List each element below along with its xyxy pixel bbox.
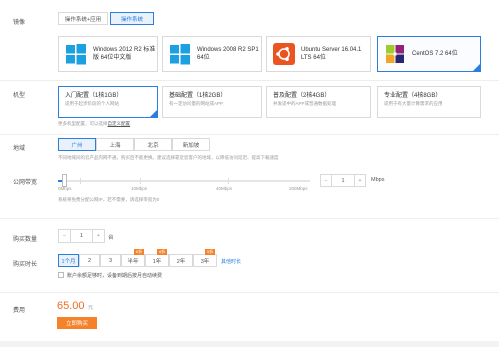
model-option-desc: 适用于有大量计算需求的应用	[384, 101, 443, 106]
os-card-win2012[interactable]: Windows 2012 R2 标准版 64位中文版	[58, 36, 158, 72]
region-guangzhou[interactable]: 广州	[58, 138, 96, 151]
duration-3year[interactable]: 3年	[193, 254, 217, 267]
bandwidth-tick: 200Mbps	[289, 186, 308, 191]
model-option-desc: 有一定访问量的网站或APP	[169, 101, 224, 106]
os-card-centos[interactable]: CentOS 7.2 64位	[377, 36, 481, 72]
os-name-line2: LTS 64位	[301, 55, 326, 61]
selected-corner-icon	[150, 110, 157, 117]
fee-currency: 元	[88, 305, 94, 311]
windows-icon	[170, 44, 190, 65]
quantity-unit: 台	[108, 235, 114, 241]
slider-divider	[228, 178, 229, 184]
model-option-popular[interactable]: 普及配置（2核4GB） 并发适中的APP或普通数据处理	[266, 86, 371, 118]
discount-badge: 8折	[157, 249, 168, 255]
image-label: 镜像	[13, 20, 26, 26]
os-name-line2: 64位	[197, 55, 210, 61]
fee-amount: 65.00	[57, 300, 85, 312]
region-shanghai[interactable]: 上海	[96, 138, 134, 151]
model-option-entry[interactable]: 入门配置（1核1GB） 适用于起步阶段的个人网站	[58, 86, 158, 118]
region-singapore[interactable]: 新加坡	[172, 138, 210, 151]
model-option-desc: 适用于起步阶段的个人网站	[65, 101, 119, 106]
model-label: 机型	[13, 93, 26, 99]
duration-label: 购买时长	[13, 262, 38, 268]
custom-config-link[interactable]: 自定义配置	[108, 121, 131, 126]
centos-icon	[386, 45, 404, 63]
fee-label: 费用	[13, 308, 26, 314]
duration-3[interactable]: 3	[100, 254, 121, 267]
os-name-line1: Ubuntu Server 16.04.1	[301, 47, 362, 53]
bandwidth-label: 公网带宽	[13, 180, 38, 186]
discount-badge: 5折	[205, 249, 216, 255]
bandwidth-note: 系统将免费分配公网IP，若不需要，请选择带宽为0	[58, 197, 160, 202]
divider	[0, 80, 499, 81]
model-option-basic[interactable]: 基础配置（1核2GB） 有一定访问量的网站或APP	[162, 86, 262, 118]
region-note: 不同地域间的云产品内网不通，购买后不能更换。建议选择靠近您客户的地域，以降低访问…	[58, 155, 279, 160]
os-name-line1: Windows 2012 R2 标准	[93, 47, 156, 53]
slider-divider	[140, 178, 141, 184]
selected-corner-icon	[473, 64, 480, 71]
duration-2[interactable]: 2	[79, 254, 100, 267]
slider-divider	[80, 178, 81, 184]
model-option-title: 普及配置（2核4GB）	[273, 93, 331, 99]
os-name-line1: Windows 2008 R2 SP1	[197, 47, 259, 53]
model-option-desc: 并发适中的APP或普通数据处理	[273, 101, 337, 106]
duration-halfyear[interactable]: 半年	[121, 254, 145, 267]
divider	[0, 218, 499, 219]
windows-icon	[66, 44, 86, 65]
os-name-line2: 版 64位中文版	[93, 55, 132, 61]
model-note: 更多机型配置，可以选择自定义配置	[58, 121, 130, 127]
bandwidth-unit: Mbps	[371, 177, 385, 183]
os-card-win2008[interactable]: Windows 2008 R2 SP1 64位	[162, 36, 262, 72]
buy-now-button[interactable]: 立即购买	[57, 317, 97, 329]
model-option-title: 专业配置（4核8GB）	[384, 93, 442, 99]
quantity-label: 购买数量	[13, 237, 38, 243]
bandwidth-tick: 0Mbps	[58, 186, 72, 191]
tab-os[interactable]: 操作系统	[110, 12, 154, 25]
model-option-pro[interactable]: 专业配置（4核8GB） 适用于有大量计算需求的应用	[377, 86, 481, 118]
duration-2year[interactable]: 2年	[169, 254, 193, 267]
model-option-title: 入门配置（1核1GB）	[65, 93, 123, 99]
discount-badge: 8折	[134, 249, 145, 255]
page-footer-band	[0, 341, 499, 347]
os-card-ubuntu[interactable]: Ubuntu Server 16.04.1 LTS 64位	[266, 36, 371, 72]
bandwidth-input[interactable]: 1	[331, 174, 355, 187]
divider	[0, 292, 499, 293]
os-name-line1: CentOS 7.2 64位	[412, 51, 458, 57]
auto-renew-label: 账户余额足够时，设备到期后按月自动续费	[67, 273, 163, 279]
quantity-plus-button[interactable]: +	[92, 229, 105, 243]
divider	[0, 134, 499, 135]
quantity-input[interactable]: 1	[70, 229, 93, 243]
ubuntu-icon	[273, 43, 295, 65]
model-note-text: 更多机型配置，可以选择	[58, 121, 108, 126]
auto-renew-checkbox[interactable]	[58, 272, 64, 278]
other-duration-link[interactable]: 其他时长	[221, 258, 241, 265]
tab-os-app[interactable]: 操作系统+应用	[58, 12, 108, 25]
bandwidth-tick: 40Mbps	[216, 186, 233, 191]
model-option-title: 基础配置（1核2GB）	[169, 93, 227, 99]
bandwidth-plus-button[interactable]: +	[354, 174, 366, 187]
duration-1month[interactable]: 1个月	[58, 254, 79, 267]
bandwidth-slider-track[interactable]	[58, 180, 310, 182]
bandwidth-tick: 10Mbps	[131, 186, 148, 191]
region-label: 地域	[13, 146, 26, 152]
region-beijing[interactable]: 北京	[134, 138, 172, 151]
duration-1year[interactable]: 1年	[145, 254, 169, 267]
